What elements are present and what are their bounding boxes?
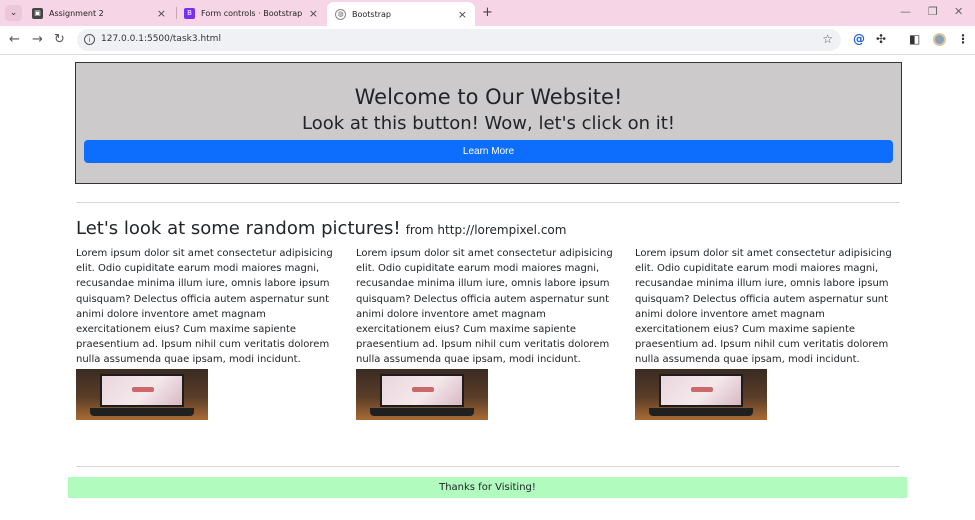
learn-more-button[interactable]: Learn More: [84, 140, 893, 163]
classroom-icon: ▣: [32, 7, 43, 19]
reload-icon[interactable]: ↻: [54, 32, 65, 47]
footer-bar: Thanks for Visiting!: [68, 477, 907, 498]
back-icon[interactable]: ←: [9, 32, 20, 47]
hero-heading: Welcome to Our Website!: [354, 85, 623, 109]
forward-icon[interactable]: →: [32, 32, 43, 47]
gallery-column-2: Lorem ipsum dolor sit amet consectetur a…: [356, 246, 624, 420]
bootstrap-icon: B: [184, 7, 195, 19]
gallery-subtitle: from http://lorempixel.com: [405, 223, 567, 237]
tab-title: Assignment 2: [49, 8, 104, 18]
tab-assignment-2[interactable]: ▣ Assignment 2 ×: [24, 2, 174, 24]
gallery-title: Let's look at some random pictures! from…: [76, 218, 566, 239]
hero-subheading: Look at this button! Wow, let's click on…: [301, 113, 676, 134]
kebab-menu-icon[interactable]: ⋮: [957, 32, 969, 46]
gallery-heading: Let's look at some random pictures!: [76, 218, 401, 239]
gallery-column-1: Lorem ipsum dolor sit amet consectetur a…: [76, 246, 344, 420]
column-text: Lorem ipsum dolor sit amet consectetur a…: [76, 248, 333, 366]
divider-top: [76, 202, 900, 203]
tab-title: Bootstrap: [352, 9, 391, 19]
laptop-image: [356, 368, 488, 420]
site-info-icon[interactable]: i: [84, 34, 95, 45]
globe-icon: ◍: [335, 8, 346, 20]
gallery-column-3: Lorem ipsum dolor sit amet consectetur a…: [635, 246, 903, 420]
laptop-image: [635, 368, 767, 420]
restore-icon[interactable]: ❐: [928, 5, 938, 18]
divider-bottom: [76, 466, 900, 467]
minimize-icon[interactable]: —: [900, 5, 911, 18]
url-text[interactable]: 127.0.0.1:5500/task3.html: [101, 34, 221, 44]
browser-toolbar: ← → ↻ i 127.0.0.1:5500/task3.html ☆ @ ✣ …: [0, 26, 975, 55]
column-text: Lorem ipsum dolor sit amet consectetur a…: [356, 248, 613, 366]
tab-form-controls[interactable]: B Form controls · Bootstrap v5.3 ×: [176, 2, 326, 24]
close-icon[interactable]: ×: [157, 7, 166, 20]
tab-bootstrap[interactable]: ◍ Bootstrap ×: [327, 2, 475, 26]
profile-avatar[interactable]: [933, 33, 946, 46]
side-panel-icon[interactable]: ◧: [909, 32, 920, 46]
tab-title: Form controls · Bootstrap v5.3: [201, 8, 303, 18]
close-icon[interactable]: ×: [309, 7, 318, 20]
address-bar[interactable]: i 127.0.0.1:5500/task3.html ☆: [77, 29, 841, 51]
extensions-puzzle-icon[interactable]: ✣: [876, 32, 886, 46]
tab-strip: ⌄ ▣ Assignment 2 × B Form controls · Boo…: [0, 0, 975, 26]
footer-text: Thanks for Visiting!: [439, 482, 536, 493]
chevron-down-icon: ⌄: [9, 8, 18, 18]
window-close-icon[interactable]: ✕: [954, 5, 963, 18]
column-text: Lorem ipsum dolor sit amet consectetur a…: [635, 248, 892, 366]
new-tab-icon[interactable]: +: [482, 5, 493, 20]
hero-section: Welcome to Our Website! Look at this but…: [75, 62, 902, 184]
tab-search-button[interactable]: ⌄: [5, 5, 22, 21]
at-sign-icon[interactable]: @: [853, 32, 865, 46]
laptop-image: [76, 368, 208, 420]
bookmark-star-icon[interactable]: ☆: [822, 32, 833, 46]
page-viewport: Welcome to Our Website! Look at this but…: [0, 56, 975, 520]
close-icon[interactable]: ×: [458, 8, 467, 21]
